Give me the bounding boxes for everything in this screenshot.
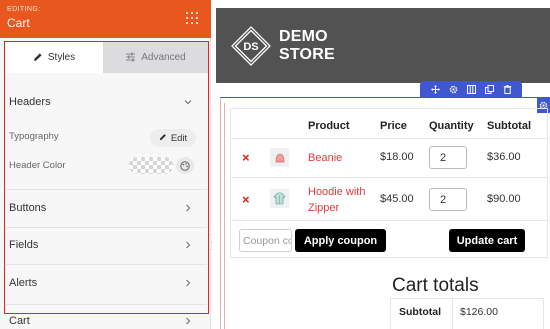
tab-advanced-label: Advanced — [141, 51, 186, 63]
header-color-label: Header Color — [9, 160, 66, 171]
chevron-right-icon — [186, 204, 191, 212]
section-alerts-label: Alerts — [9, 277, 38, 289]
logo-mark-text: DS — [243, 41, 258, 53]
tab-advanced[interactable]: Advanced — [103, 41, 208, 73]
section-buttons[interactable]: Buttons — [0, 202, 211, 216]
quantity-input[interactable]: 2 — [429, 146, 467, 169]
divider — [6, 304, 207, 305]
remove-item-button[interactable]: × — [242, 150, 250, 165]
divider — [6, 227, 207, 228]
column-header-subtotal: Subtotal — [487, 120, 531, 132]
table-divider — [231, 138, 548, 139]
section-alerts[interactable]: Alerts — [0, 277, 211, 291]
update-cart-button[interactable]: Update cart — [449, 229, 525, 252]
subtotal-cell: $36.00 — [487, 151, 521, 163]
store-header: DS DEMO STORE — [216, 8, 550, 83]
typography-edit-button[interactable]: Edit — [150, 129, 196, 147]
column-header-product: Product — [308, 120, 350, 132]
totals-divider — [452, 298, 453, 329]
coupon-input[interactable]: Coupon code — [239, 229, 292, 252]
price-cell: $45.00 — [380, 193, 414, 205]
store-logo-text[interactable]: DEMO STORE — [279, 28, 335, 64]
editor-panel: EDITING: Cart Styles Advanced Headers Ty… — [0, 0, 211, 329]
page-root: EDITING: Cart Styles Advanced Headers Ty… — [0, 0, 550, 329]
section-cart-label: Cart — [9, 315, 30, 327]
column-header-quantity: Quantity — [429, 120, 474, 132]
table-divider — [231, 177, 548, 178]
sliders-icon — [125, 52, 136, 62]
column-outline — [224, 103, 225, 329]
block-toolbar — [420, 81, 522, 97]
subtotal-value: $126.00 — [460, 306, 498, 318]
highlight-frame — [4, 41, 209, 314]
chevron-right-icon — [186, 279, 191, 287]
chevron-down-icon — [184, 100, 192, 105]
typography-label: Typography — [9, 131, 59, 142]
logo-line-1: DEMO — [279, 28, 328, 45]
chevron-right-icon — [186, 241, 191, 249]
editing-label: EDITING: — [7, 6, 41, 13]
header-color-swatch[interactable] — [129, 157, 173, 174]
section-fields-label: Fields — [9, 239, 39, 251]
cart-totals-title: Cart totals — [392, 275, 479, 296]
logo-line-2: STORE — [279, 46, 335, 63]
panel-title: Cart — [7, 16, 30, 30]
delete-icon[interactable] — [503, 84, 512, 94]
palette-icon[interactable] — [176, 157, 194, 174]
hoodie-thumbnail[interactable] — [270, 189, 289, 208]
columns-icon[interactable] — [466, 84, 476, 94]
settings-icon[interactable] — [449, 85, 458, 94]
grid-icon[interactable] — [185, 11, 199, 25]
divider — [6, 189, 207, 190]
section-fields[interactable]: Fields — [0, 239, 211, 253]
duplicate-icon[interactable] — [484, 84, 494, 94]
divider — [6, 264, 207, 265]
tab-styles-label: Styles — [47, 51, 76, 63]
section-headers-label: Headers — [9, 96, 51, 108]
quantity-input[interactable]: 2 — [429, 188, 467, 211]
move-icon[interactable] — [430, 84, 440, 94]
chevron-right-icon — [186, 317, 191, 325]
product-link[interactable]: Beanie — [308, 150, 342, 166]
store-logo-mark[interactable]: DS — [231, 26, 271, 66]
product-link[interactable]: Hoodie with Zipper — [308, 184, 378, 216]
panel-header: EDITING: Cart — [0, 0, 211, 38]
apply-coupon-button[interactable]: Apply coupon — [295, 229, 386, 252]
subtotal-label: Subtotal — [399, 306, 441, 318]
section-buttons-label: Buttons — [9, 202, 47, 214]
price-cell: $18.00 — [380, 151, 414, 163]
section-cart[interactable]: Cart — [0, 315, 211, 329]
tab-styles[interactable]: Styles — [5, 41, 103, 73]
pencil-icon — [33, 52, 43, 62]
table-divider — [231, 220, 548, 221]
panel-tabs: Styles Advanced — [5, 41, 208, 73]
subtotal-cell: $90.00 — [487, 193, 521, 205]
pencil-icon — [159, 133, 167, 144]
beanie-thumbnail[interactable] — [270, 148, 289, 167]
remove-item-button[interactable]: × — [242, 192, 250, 207]
edit-button-label: Edit — [170, 132, 188, 144]
column-header-price: Price — [380, 120, 407, 132]
section-headers[interactable]: Headers — [0, 96, 211, 110]
page-preview: DS DEMO STORE Product Price Quantity Sub… — [212, 0, 550, 329]
